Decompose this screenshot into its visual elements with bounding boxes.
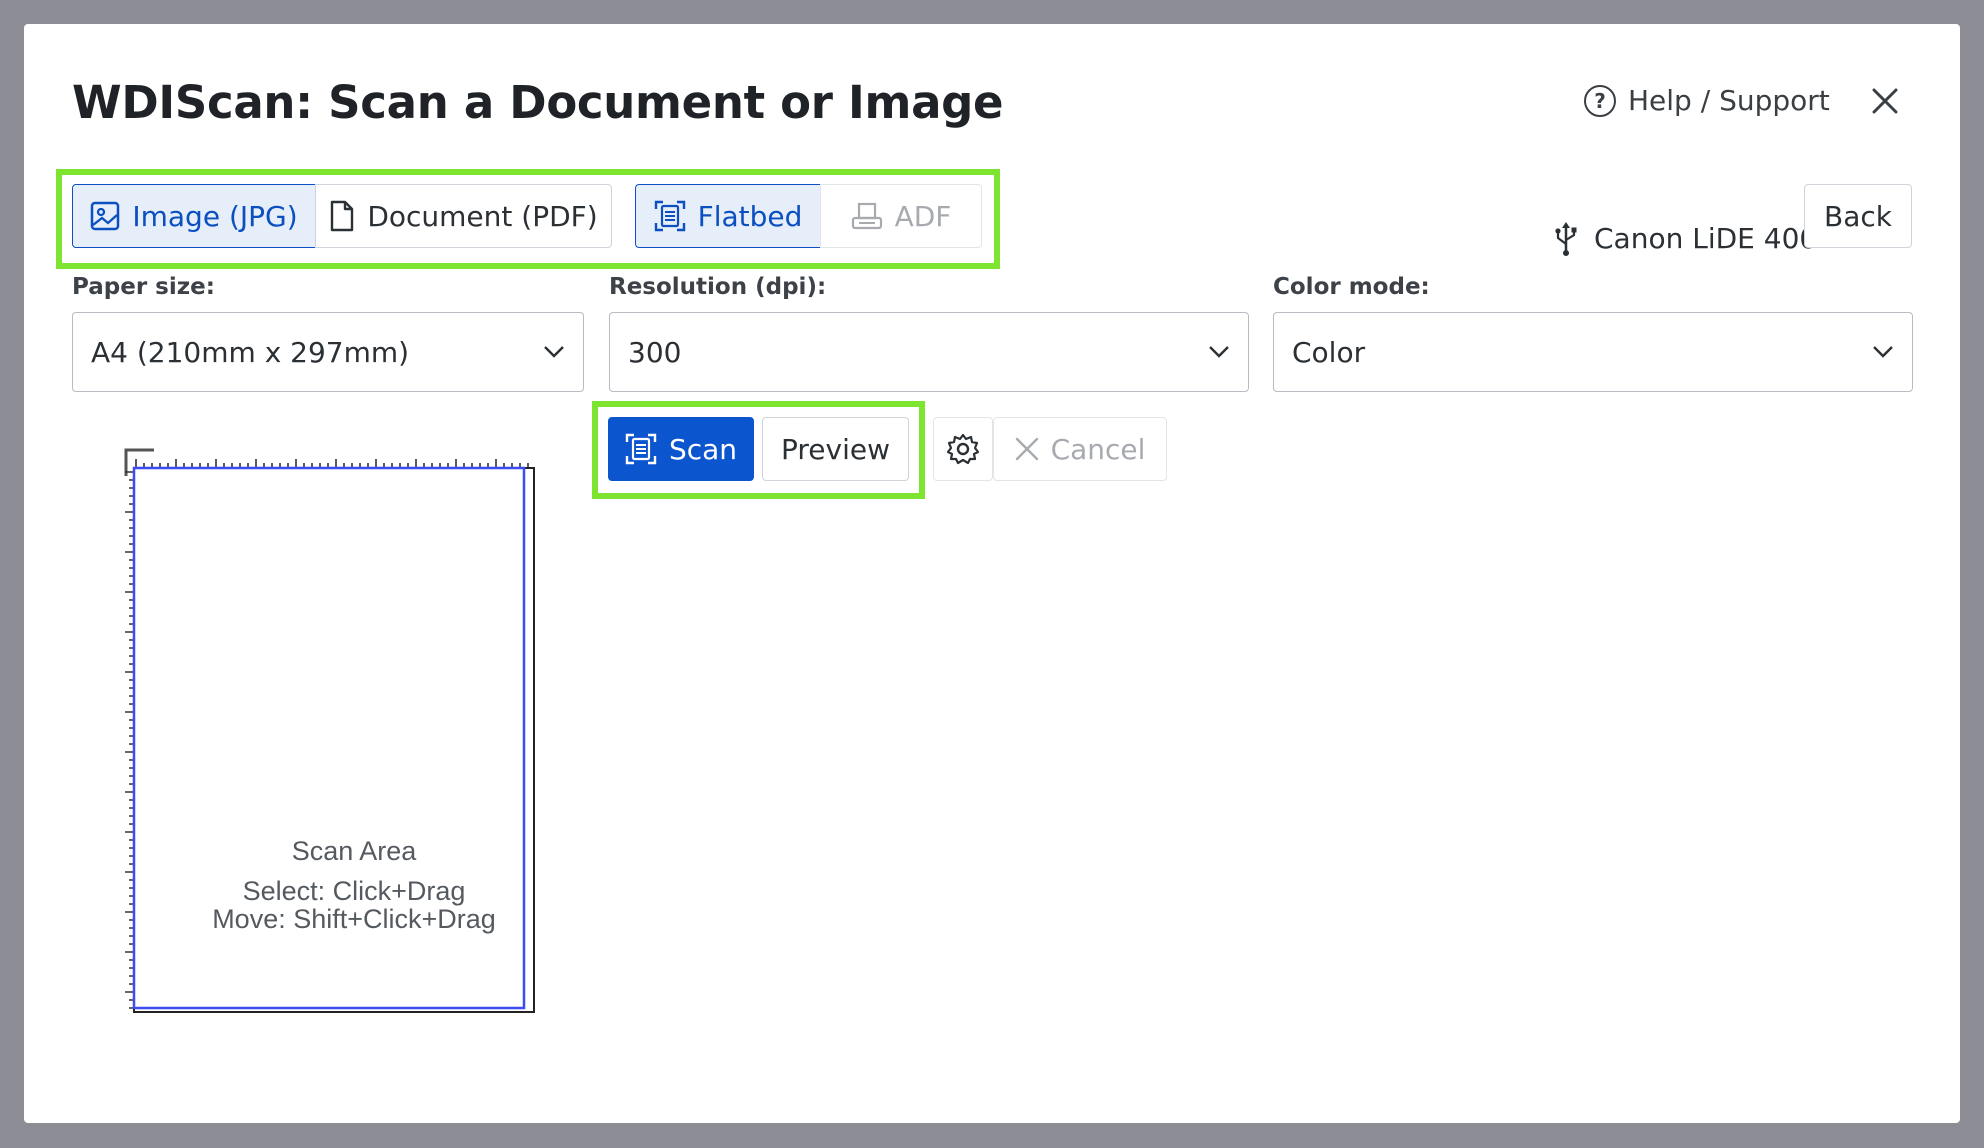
resolution-label: Resolution (dpi): [609, 274, 827, 300]
scan-label: Scan [668, 432, 738, 466]
color-mode-value: Color [1292, 335, 1366, 369]
chevron-down-icon [1209, 346, 1229, 358]
scan-frame-icon [654, 200, 685, 232]
back-label: Back [1824, 199, 1892, 233]
source-adf-label: ADF [894, 199, 952, 233]
source-flatbed-button[interactable]: Flatbed [635, 184, 821, 248]
scan-area-title: Scan Area [291, 836, 417, 866]
format-image-jpg-button[interactable]: Image (JPG) [72, 184, 316, 248]
paper-size-select[interactable]: A4 (210mm x 297mm) [72, 312, 584, 392]
scan-button[interactable]: Scan [608, 417, 754, 481]
gear-icon [946, 433, 980, 465]
back-button[interactable]: Back [1804, 184, 1912, 248]
scan-area-select-hint: Select: Click+Drag [242, 876, 466, 906]
image-icon [91, 201, 120, 231]
scan-frame-icon [625, 433, 657, 465]
close-button[interactable] [1862, 78, 1908, 124]
preview-label: Preview [781, 432, 890, 466]
settings-button[interactable] [933, 417, 993, 481]
close-icon [1015, 437, 1038, 461]
format-document-pdf-label: Document (PDF) [367, 199, 598, 233]
printer-icon [851, 202, 882, 230]
device-name: Canon LiDE 400 [1594, 221, 1818, 255]
source-flatbed-label: Flatbed [697, 199, 803, 233]
resolution-value: 300 [628, 335, 682, 369]
scan-area-move-hint: Move: Shift+Click+Drag [212, 904, 496, 934]
question-circle-icon: ? [1584, 84, 1616, 117]
scan-dialog: WDIScan: Scan a Document or Image ? Help… [24, 24, 1960, 1123]
device-indicator: Canon LiDE 400 [1554, 220, 1817, 256]
source-adf-button[interactable]: ADF [820, 184, 982, 248]
paper-size-value: A4 (210mm x 297mm) [91, 335, 410, 369]
usb-icon [1555, 222, 1577, 256]
chevron-down-icon [1873, 346, 1893, 358]
format-document-pdf-button[interactable]: Document (PDF) [315, 184, 612, 248]
format-image-jpg-label: Image (JPG) [132, 199, 298, 233]
color-mode-select[interactable]: Color [1273, 312, 1913, 392]
chevron-down-icon [544, 346, 564, 358]
close-icon [1872, 88, 1898, 114]
help-support-label: Help / Support [1628, 84, 1830, 117]
paper-size-label: Paper size: [72, 274, 215, 300]
resolution-select[interactable]: 300 [609, 312, 1249, 392]
cancel-button[interactable]: Cancel [993, 417, 1167, 481]
preview-button[interactable]: Preview [762, 417, 909, 481]
color-mode-label: Color mode: [1273, 274, 1430, 300]
document-icon [331, 200, 354, 232]
help-support-link[interactable]: ? Help / Support [1584, 84, 1830, 117]
dialog-title: WDIScan: Scan a Document or Image [72, 76, 1004, 129]
cancel-label: Cancel [1050, 432, 1146, 466]
